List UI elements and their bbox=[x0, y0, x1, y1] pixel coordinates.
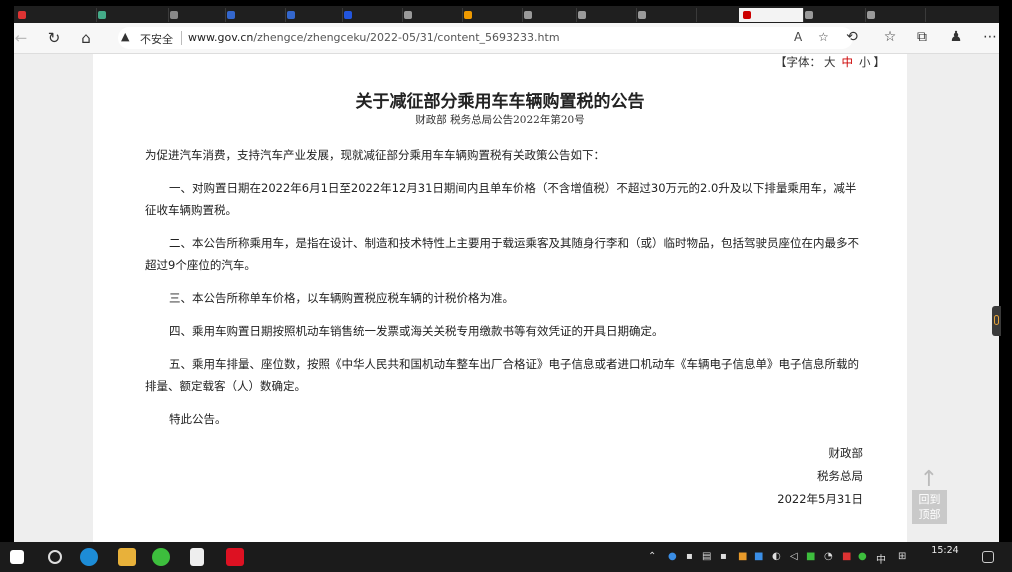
tray-icon[interactable]: ■ bbox=[738, 551, 747, 562]
article-title: 关于减征部分乘用车车辆购置税的公告 bbox=[355, 92, 645, 112]
address-bar[interactable]: ▲ 不安全 www.gov.cn/zhengce/zhengceku/2022-… bbox=[118, 27, 853, 49]
signature-org-1: 财政部 bbox=[828, 446, 864, 460]
font-size-control: 【字体：大中小】 bbox=[775, 54, 885, 70]
tray-icon[interactable]: ⌃ bbox=[648, 551, 656, 562]
tray-icon[interactable]: ■ bbox=[806, 551, 815, 562]
browser-tab[interactable] bbox=[863, 8, 926, 22]
network-icon[interactable]: ◔ bbox=[824, 551, 833, 562]
url-text[interactable]: www.gov.cn/zhengce/zhengceku/2022-05/31/… bbox=[188, 31, 560, 44]
font-medium-link[interactable]: 中 bbox=[839, 55, 857, 69]
back-to-top-button[interactable]: ↑ 回到 顶部 bbox=[912, 467, 947, 524]
tray-icon[interactable]: ▪ bbox=[720, 551, 727, 562]
paragraph: 为促进汽车消费，支持汽车产业发展，现就减征部分乘用车车辆购置税有关政策公告如下： bbox=[145, 148, 605, 162]
browser-tab[interactable] bbox=[94, 8, 169, 22]
back-to-top-line1: 回到 bbox=[918, 493, 941, 506]
paragraph: 三、本公告所称单车价格，以车辆购置税应税车辆的计税价格为准。 bbox=[169, 291, 514, 305]
browser-tab[interactable] bbox=[340, 8, 403, 22]
back-arrow-icon[interactable]: ← bbox=[11, 28, 31, 48]
notification-icon[interactable] bbox=[982, 551, 994, 563]
volume-icon[interactable]: ◁ bbox=[790, 551, 798, 562]
file-explorer-icon[interactable] bbox=[118, 548, 136, 566]
page-viewport: 【字体：大中小】 关于减征部分乘用车车辆购置税的公告 财政部 税务总局公告202… bbox=[14, 54, 999, 542]
windows-start-icon[interactable] bbox=[10, 550, 24, 564]
browser-tab[interactable] bbox=[634, 8, 697, 22]
sidebar-handle-icon bbox=[994, 315, 999, 325]
browser-tab[interactable] bbox=[400, 8, 463, 22]
refresh-icon[interactable]: ↻ bbox=[44, 28, 64, 48]
browser-tab[interactable] bbox=[801, 8, 866, 22]
up-arrow-icon: ↑ bbox=[919, 467, 939, 492]
warning-icon[interactable]: ▲ bbox=[121, 30, 129, 43]
url-domain: www.gov.cn bbox=[188, 31, 254, 44]
font-small-link[interactable]: 小 bbox=[856, 55, 874, 69]
ime-indicator[interactable]: 中 bbox=[876, 551, 886, 566]
taskbar-clock[interactable]: 15:24 bbox=[928, 545, 962, 556]
back-to-top-label: 回到 顶部 bbox=[912, 490, 947, 524]
navigation-bar: ← ↻ ⌂ ▲ 不安全 www.gov.cn/zhengce/zhengceku… bbox=[14, 23, 999, 54]
collections-icon[interactable]: ⧉ bbox=[912, 29, 932, 45]
security-label[interactable]: 不安全 bbox=[140, 31, 173, 47]
paragraph: 二、本公告所称乘用车，是指在设计、制造和技术特性上主要用于载运乘客及其随身行李和… bbox=[145, 236, 859, 272]
browser-tab[interactable] bbox=[460, 8, 523, 22]
tray-icon[interactable]: ● bbox=[668, 551, 677, 562]
tray-icon[interactable]: ■ bbox=[754, 551, 763, 562]
read-aloud-icon[interactable]: A bbox=[794, 30, 802, 44]
article-subtitle: 财政部 税务总局公告2022年第20号 bbox=[415, 114, 585, 126]
screen: ← ↻ ⌂ ▲ 不安全 www.gov.cn/zhengce/zhengceku… bbox=[0, 0, 1012, 572]
paragraph: 四、乘用车购置日期按照机动车销售统一发票或海关关税专用缴款书等有效凭证的开具日期… bbox=[169, 324, 664, 338]
extensions-icon[interactable]: ⟲ bbox=[842, 29, 862, 45]
site-settings-icon[interactable]: ☆ bbox=[818, 30, 829, 44]
edge-browser-icon[interactable] bbox=[80, 548, 98, 566]
active-browser-tab[interactable] bbox=[739, 8, 804, 22]
sidebar-handle[interactable] bbox=[992, 306, 1001, 336]
browser-tab[interactable] bbox=[223, 8, 286, 22]
document-icon[interactable] bbox=[190, 548, 204, 566]
browser-tab[interactable] bbox=[520, 8, 577, 22]
browser-tab[interactable] bbox=[574, 8, 637, 22]
font-size-prefix: 【字体： bbox=[775, 55, 821, 69]
article-body: 为促进汽车消费，支持汽车产业发展，现就减征部分乘用车车辆购置税有关政策公告如下：… bbox=[145, 144, 867, 441]
signature-date: 2022年5月31日 bbox=[777, 492, 863, 506]
browser-tab[interactable] bbox=[283, 8, 343, 22]
tray-icon[interactable]: ▤ bbox=[702, 551, 711, 562]
tray-icon[interactable]: ▪ bbox=[686, 551, 693, 562]
tray-icon[interactable]: ● bbox=[858, 551, 867, 562]
url-path: /zhengce/zhengceku/2022-05/31/content_56… bbox=[253, 31, 560, 44]
tray-icon[interactable]: ◐ bbox=[772, 551, 781, 562]
paragraph: 五、乘用车排量、座位数，按照《中华人民共和国机动车整车出厂合格证》电子信息或者进… bbox=[145, 357, 859, 393]
wechat-icon[interactable] bbox=[152, 548, 170, 566]
more-options-icon[interactable]: ⋯ bbox=[980, 29, 1000, 45]
browser-tab[interactable] bbox=[166, 8, 226, 22]
keyboard-icon[interactable]: ⊞ bbox=[898, 551, 906, 562]
article-container: 【字体：大中小】 关于减征部分乘用车车辆购置税的公告 财政部 税务总局公告202… bbox=[93, 54, 907, 542]
tray-icon[interactable]: ■ bbox=[842, 551, 851, 562]
browser-tab[interactable] bbox=[14, 8, 97, 22]
profile-icon[interactable]: ♟ bbox=[946, 29, 966, 45]
home-icon[interactable]: ⌂ bbox=[76, 28, 96, 48]
app-icon[interactable] bbox=[226, 548, 244, 566]
taskbar: ⌃ ● ▪ ▤ ▪ ■ ■ ◐ ◁ ■ ◔ ■ ● 中 ⊞ 15:24 bbox=[0, 542, 1012, 572]
favorites-icon[interactable]: ☆ bbox=[880, 29, 900, 45]
paragraph: 特此公告。 bbox=[169, 412, 227, 426]
paragraph: 一、对购置日期在2022年6月1日至2022年12月31日期间内且单车价格（不含… bbox=[145, 181, 857, 217]
font-size-suffix: 】 bbox=[873, 55, 886, 69]
divider bbox=[181, 31, 182, 45]
search-icon[interactable] bbox=[48, 550, 62, 564]
tab-strip bbox=[14, 6, 999, 23]
signature-org-2: 税务总局 bbox=[817, 469, 863, 483]
font-large-link[interactable]: 大 bbox=[821, 55, 839, 69]
back-to-top-line2: 顶部 bbox=[918, 508, 941, 521]
